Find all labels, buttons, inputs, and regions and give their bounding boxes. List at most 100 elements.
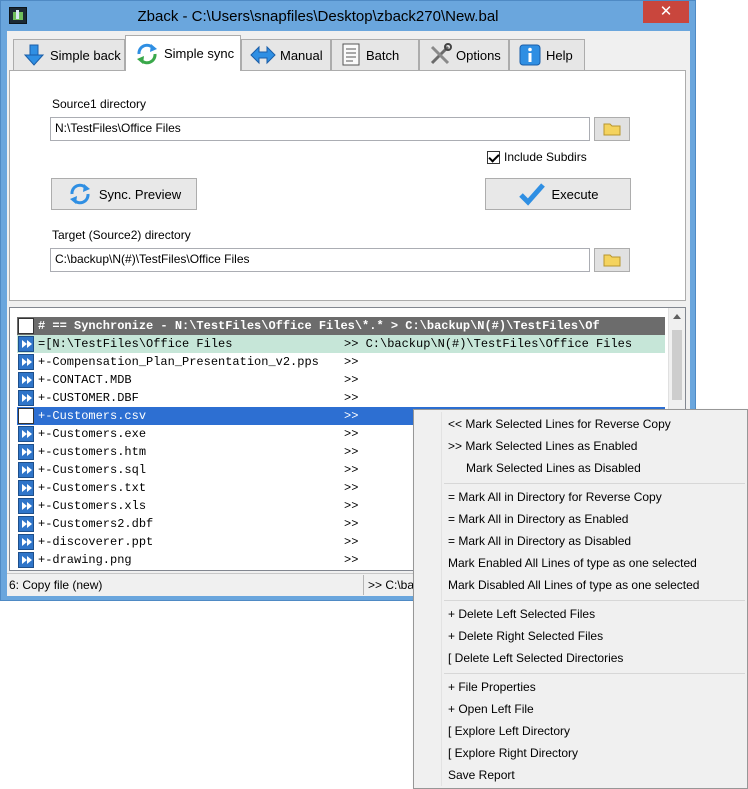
table-row[interactable]: +-Compensation_Plan_Presentation_v2.pps … xyxy=(17,353,665,371)
row-target: >> xyxy=(344,427,359,441)
enabled-arrows-icon[interactable] xyxy=(18,516,34,532)
tab-simple-back[interactable]: Simple back xyxy=(13,39,125,70)
menu-item-mark-enabled[interactable]: >> Mark Selected Lines as Enabled xyxy=(448,436,637,456)
menu-item-save-report[interactable]: Save Report xyxy=(448,765,515,785)
menu-item-open-left-file[interactable]: + Open Left File xyxy=(448,699,534,719)
tab-label: Options xyxy=(456,47,501,63)
info-icon xyxy=(519,44,541,66)
source-directory-input[interactable]: N:\TestFiles\Office Files xyxy=(50,117,590,141)
list-header-row[interactable]: # == Synchronize - N:\TestFiles\Office F… xyxy=(17,317,665,335)
tab-manual[interactable]: Manual xyxy=(241,39,331,70)
status-action: 6: Copy file (new) xyxy=(9,578,103,592)
row-name: +-Customers.sql xyxy=(38,463,147,477)
row-name: +-Compensation_Plan_Presentation_v2.pps xyxy=(38,355,319,369)
row-name: +-customers.htm xyxy=(38,445,147,459)
document-list-icon xyxy=(342,43,360,66)
browse-target-button[interactable] xyxy=(594,248,630,272)
enabled-arrows-icon[interactable] xyxy=(18,498,34,514)
checkbox-box[interactable] xyxy=(487,150,500,164)
target-label: Target (Source2) directory xyxy=(52,228,191,242)
row-target: >> xyxy=(344,409,359,423)
menu-item-delete-right-files[interactable]: + Delete Right Selected Files xyxy=(448,626,603,646)
menu-separator xyxy=(444,600,745,601)
folder-icon xyxy=(603,254,621,267)
enabled-arrows-icon[interactable] xyxy=(18,426,34,442)
simple-sync-panel: Source1 directory N:\TestFiles\Office Fi… xyxy=(9,70,686,301)
row-checkbox[interactable] xyxy=(18,408,34,424)
browse-source-button[interactable] xyxy=(594,117,630,141)
row-target: >> xyxy=(344,355,359,369)
menu-item-mark-reverse-copy[interactable]: << Mark Selected Lines for Reverse Copy xyxy=(448,414,671,434)
menu-separator xyxy=(444,673,745,674)
row-target: >> xyxy=(344,499,359,513)
download-arrow-icon xyxy=(23,44,45,66)
left-right-arrow-icon xyxy=(250,45,276,65)
tab-label: Batch xyxy=(366,47,400,63)
menu-item-dir-enabled[interactable]: = Mark All in Directory as Enabled xyxy=(448,509,628,529)
menu-item-enable-type[interactable]: Mark Enabled All Lines of type as one se… xyxy=(448,553,697,573)
menu-separator xyxy=(444,483,745,484)
row-target: >> xyxy=(344,373,359,387)
enabled-arrows-icon[interactable] xyxy=(18,480,34,496)
menu-item-explore-right-dir[interactable]: [ Explore Right Directory xyxy=(448,743,578,763)
scroll-up-arrow-icon[interactable] xyxy=(673,314,681,319)
tab-label: Simple sync xyxy=(164,46,235,61)
row-name: +-Customers.csv xyxy=(38,409,147,423)
tab-simple-sync[interactable]: Simple sync xyxy=(125,35,241,71)
menu-item-delete-left-dirs[interactable]: [ Delete Left Selected Directories xyxy=(448,648,623,668)
enabled-arrows-icon[interactable] xyxy=(18,336,34,352)
tab-help[interactable]: Help xyxy=(509,39,585,70)
scrollbar-thumb[interactable] xyxy=(672,330,682,400)
sync-icon xyxy=(69,183,90,205)
menu-item-dir-reverse-copy[interactable]: = Mark All in Directory for Reverse Copy xyxy=(448,487,662,507)
tab-options[interactable]: Options xyxy=(419,39,509,70)
window-title: Zback - C:\Users\snapfiles\Desktop\zback… xyxy=(137,8,499,25)
include-subdirs-label: Include Subdirs xyxy=(504,150,587,164)
menu-item-delete-left-files[interactable]: + Delete Left Selected Files xyxy=(448,604,595,624)
row-name: +-CONTACT.MDB xyxy=(38,373,132,387)
enabled-arrows-icon[interactable] xyxy=(18,534,34,550)
table-row[interactable]: =[N:\TestFiles\Office Files >> C:\backup… xyxy=(17,335,665,353)
row-name: +-Customers.exe xyxy=(38,427,147,441)
row-name: +-CUSTOMER.DBF xyxy=(38,391,139,405)
list-header-text: # == Synchronize - N:\TestFiles\Office F… xyxy=(38,319,600,333)
title-bar[interactable]: Zback - C:\Users\snapfiles\Desktop\zback… xyxy=(1,1,695,31)
target-directory-input[interactable]: C:\backup\N(#)\TestFiles\Office Files xyxy=(50,248,590,272)
table-row[interactable]: +-CONTACT.MDB >> xyxy=(17,371,665,389)
row-name: +-discoverer.ppt xyxy=(38,535,154,549)
context-menu: << Mark Selected Lines for Reverse Copy … xyxy=(413,409,748,789)
tab-batch[interactable]: Batch xyxy=(331,39,419,70)
menu-gutter xyxy=(441,412,442,786)
enabled-arrows-icon[interactable] xyxy=(18,390,34,406)
enabled-arrows-icon[interactable] xyxy=(18,372,34,388)
execute-button[interactable]: Execute xyxy=(485,178,631,210)
tab-label: Help xyxy=(546,47,573,63)
enabled-arrows-icon[interactable] xyxy=(18,552,34,568)
table-row[interactable]: +-CUSTOMER.DBF >> xyxy=(17,389,665,407)
row-name: =[N:\TestFiles\Office Files xyxy=(38,337,233,351)
close-button[interactable]: ✕ xyxy=(643,1,689,23)
row-name: +-Customers.xls xyxy=(38,499,147,513)
menu-item-mark-disabled[interactable]: Mark Selected Lines as Disabled xyxy=(466,458,641,478)
checkmark-icon xyxy=(518,183,545,206)
menu-item-dir-disabled[interactable]: = Mark All in Directory as Disabled xyxy=(448,531,631,551)
row-target: >> xyxy=(344,517,359,531)
tab-bar: Simple back Simple sync Manual Batch Opt… xyxy=(7,31,690,71)
menu-item-file-properties[interactable]: + File Properties xyxy=(448,677,536,697)
row-target: >> xyxy=(344,391,359,405)
enabled-arrows-icon[interactable] xyxy=(18,354,34,370)
tools-icon xyxy=(430,43,452,65)
row-target: >> C:\backup\N(#)\TestFiles\Office Files xyxy=(344,337,633,351)
row-name: +-Customers2.dbf xyxy=(38,517,154,531)
enabled-arrows-icon[interactable] xyxy=(18,444,34,460)
menu-item-disable-type[interactable]: Mark Disabled All Lines of type as one s… xyxy=(448,575,699,595)
row-name: +-Customers.txt xyxy=(38,481,147,495)
enabled-arrows-icon[interactable] xyxy=(18,462,34,478)
menu-item-explore-left-dir[interactable]: [ Explore Left Directory xyxy=(448,721,570,741)
tab-label: Manual xyxy=(280,47,323,63)
row-name: +-drawing.png xyxy=(38,553,132,567)
sync-preview-button[interactable]: Sync. Preview xyxy=(51,178,197,210)
include-subdirs-checkbox[interactable]: Include Subdirs xyxy=(487,150,587,164)
header-checkbox[interactable] xyxy=(18,318,34,334)
tab-label: Simple back xyxy=(50,47,121,63)
